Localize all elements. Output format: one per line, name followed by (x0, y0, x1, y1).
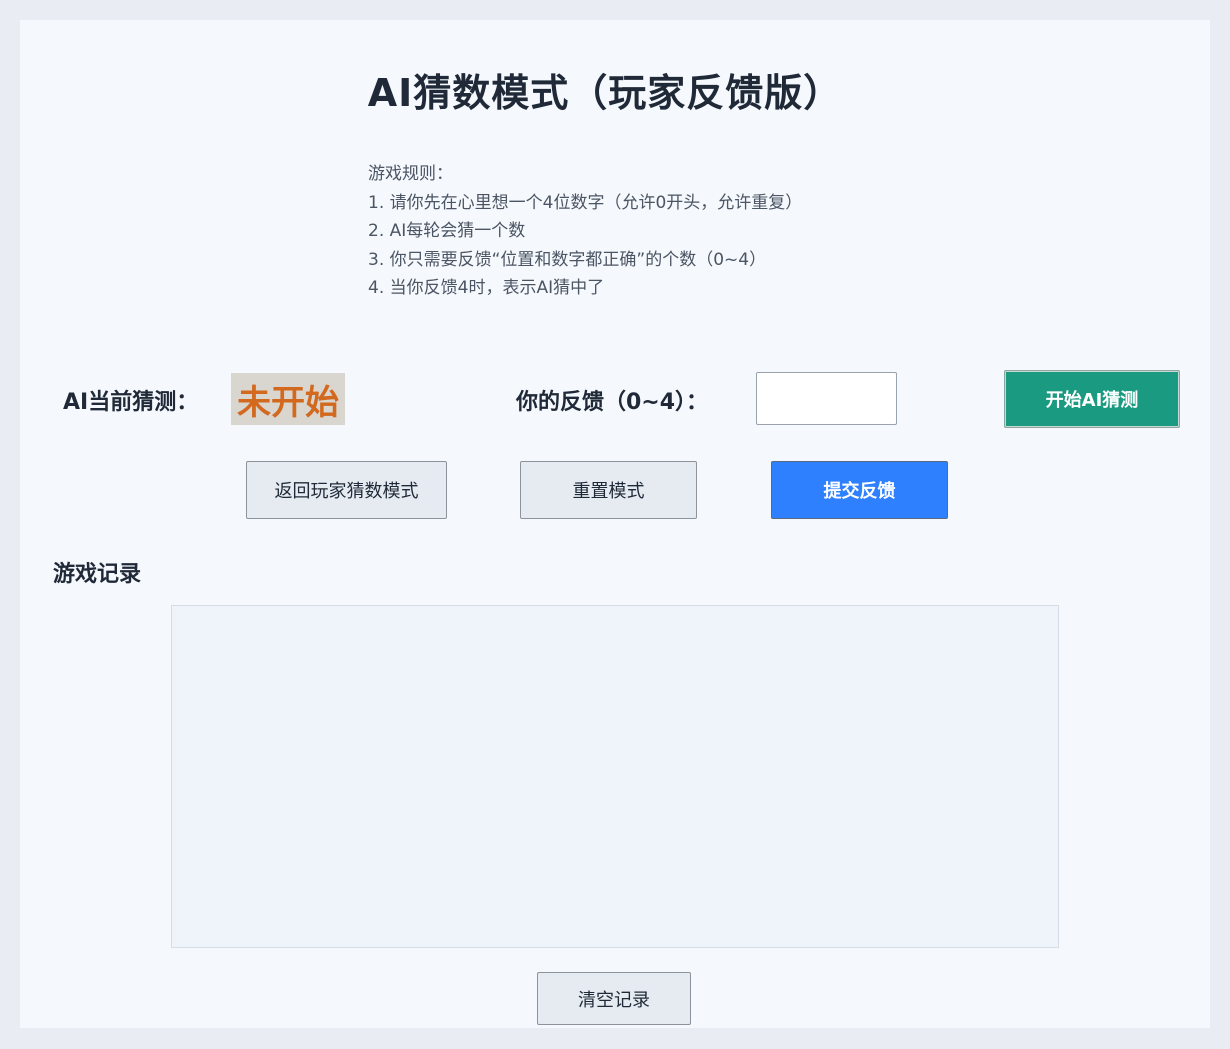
page-title: AI猜数模式（玩家反馈版） (367, 71, 843, 115)
start-ai-guess-button[interactable]: 开始AI猜测 (1004, 370, 1180, 428)
back-to-player-mode-button[interactable]: 返回玩家猜数模式 (246, 461, 447, 519)
clear-record-button[interactable]: 清空记录 (537, 972, 691, 1025)
current-guess-label: AI当前猜测： (63, 390, 199, 415)
rules-block: 游戏规则： 1. 请你先在心里想一个4位数字（允许0开头，允许重复） 2. AI… (368, 160, 802, 303)
reset-mode-button[interactable]: 重置模式 (520, 461, 697, 519)
current-guess-value: 未开始 (231, 373, 345, 425)
feedback-input[interactable] (756, 372, 897, 425)
submit-feedback-button[interactable]: 提交反馈 (771, 461, 948, 519)
rule-item: 4. 当你反馈4时，表示AI猜中了 (368, 278, 605, 298)
game-record-label: 游戏记录 (53, 562, 142, 587)
feedback-label: 你的反馈（0~4）： (516, 390, 709, 415)
rule-item: 2. AI每轮会猜一个数 (368, 221, 526, 241)
rules-heading: 游戏规则： (368, 164, 453, 184)
game-record-area[interactable] (171, 605, 1059, 948)
rule-item: 3. 你只需要反馈“位置和数字都正确”的个数（0~4） (368, 249, 767, 270)
rule-item: 1. 请你先在心里想一个4位数字（允许0开头，允许重复） (368, 192, 803, 213)
